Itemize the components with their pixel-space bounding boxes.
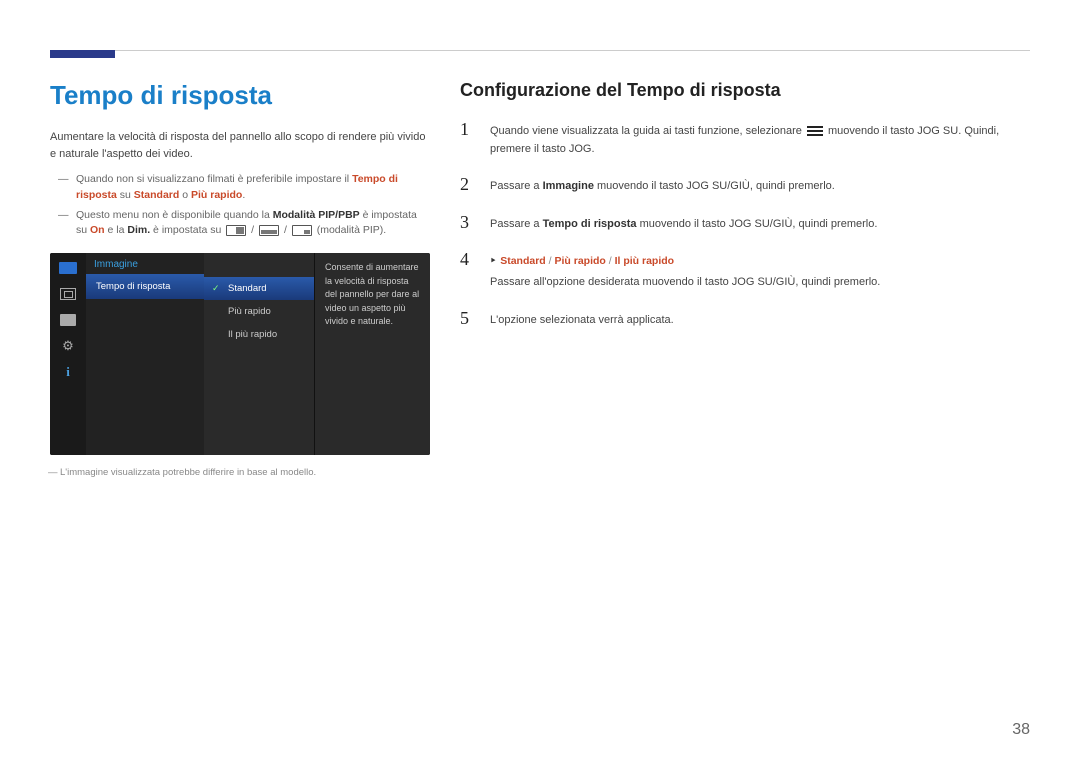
text: Quando non si visualizzano filmati è pre… [76,173,352,185]
bold-text: Dim. [127,224,150,236]
page-content: Tempo di risposta Aumentare la velocità … [50,80,1030,478]
step-list: 1 Quando viene visualizzata la guida ai … [460,119,1030,329]
config-title: Configurazione del Tempo di risposta [460,80,1030,101]
osd-menu-column: Immagine Tempo di risposta [86,253,204,455]
text: muovendo il tasto JOG SU/GIÙ, quindi pre… [637,218,878,230]
text: e la [105,224,128,236]
options-line: ‣Standard / Più rapido / Il più rapido [490,253,880,270]
option-value: Più rapido [554,255,605,267]
step-number: 5 [460,308,478,330]
step-body: ‣Standard / Più rapido / Il più rapido P… [490,249,880,291]
pip-layout-icon [259,225,279,236]
step-row: 4 ‣Standard / Più rapido / Il più rapido… [460,249,1030,291]
osd-tab-picture-icon [58,261,78,275]
step-body: L'opzione selezionata verrà applicata. [490,308,674,330]
text: Quando viene visualizzata la guida ai ta… [490,125,805,137]
text: L'opzione selezionata verrà applicata. [490,314,674,326]
note-item: Questo menu non è disponibile quando la … [62,208,430,240]
step-body: Passare a Immagine muovendo il tasto JOG… [490,174,835,196]
highlight-text: On [90,224,105,236]
text: è impostata su [150,224,224,236]
bold-text: Immagine [543,180,594,192]
osd-option-selected: Standard [204,277,314,300]
osd-preview: ⚙ i Immagine Tempo di risposta Standard … [50,253,430,455]
top-rule [50,50,1030,51]
option-value: Standard [500,255,546,267]
text: o [179,189,191,201]
menu-icon [807,126,823,137]
note-item: Quando non si visualizzano filmati è pre… [62,172,430,204]
step-number: 4 [460,249,478,291]
intro-paragraph: Aumentare la velocità di risposta del pa… [50,129,430,162]
step-number: 3 [460,212,478,234]
step-body: Passare a Tempo di risposta muovendo il … [490,212,877,234]
step-row: 1 Quando viene visualizzata la guida ai … [460,119,1030,158]
text: . [242,189,245,201]
osd-options-column: Standard Più rapido Il più rapido [204,253,314,455]
osd-tab-pip-icon [58,287,78,301]
pip-layout-icon [292,225,312,236]
page-number: 38 [1012,721,1030,739]
osd-description: Consente di aumentare la velocità di ris… [314,253,430,455]
step-number: 1 [460,119,478,158]
step-number: 2 [460,174,478,196]
osd-tab-settings-icon: ⚙ [58,339,78,353]
text: Passare a [490,218,543,230]
step-row: 5 L'opzione selezionata verrà applicata. [460,308,1030,330]
option-value: Il più rapido [615,255,675,267]
highlight-text: Standard [134,189,180,201]
step-body: Quando viene visualizzata la guida ai ta… [490,119,1030,158]
right-column: Configurazione del Tempo di risposta 1 Q… [460,80,1030,478]
osd-category-label: Immagine [86,253,204,274]
osd-menu-item-active: Tempo di risposta [86,274,204,299]
notes-list: Quando non si visualizzano filmati è pre… [50,172,430,239]
osd-option: Il più rapido [204,323,314,346]
step-row: 3 Passare a Tempo di risposta muovendo i… [460,212,1030,234]
image-disclaimer: L'immagine visualizzata potrebbe differi… [50,467,430,478]
osd-sidebar: ⚙ i [50,253,86,455]
text: su [117,189,134,201]
section-title: Tempo di risposta [50,80,430,111]
osd-option: Più rapido [204,300,314,323]
bold-text: Modalità PIP/PBP [273,209,360,221]
osd-tab-info-icon: i [58,365,78,379]
pip-layout-icon [226,225,246,236]
chapter-mark [50,50,115,58]
highlight-text: Più rapido [191,189,242,201]
text: (modalità PIP). [317,224,386,236]
osd-tab-display-icon [58,313,78,327]
text: Questo menu non è disponibile quando la [76,209,273,221]
text: muovendo il tasto JOG SU/GIÙ, quindi pre… [594,180,835,192]
text: Passare all'opzione desiderata muovendo … [490,276,880,288]
step-row: 2 Passare a Immagine muovendo il tasto J… [460,174,1030,196]
bold-text: Tempo di risposta [543,218,637,230]
left-column: Tempo di risposta Aumentare la velocità … [50,80,430,478]
text: Passare a [490,180,543,192]
